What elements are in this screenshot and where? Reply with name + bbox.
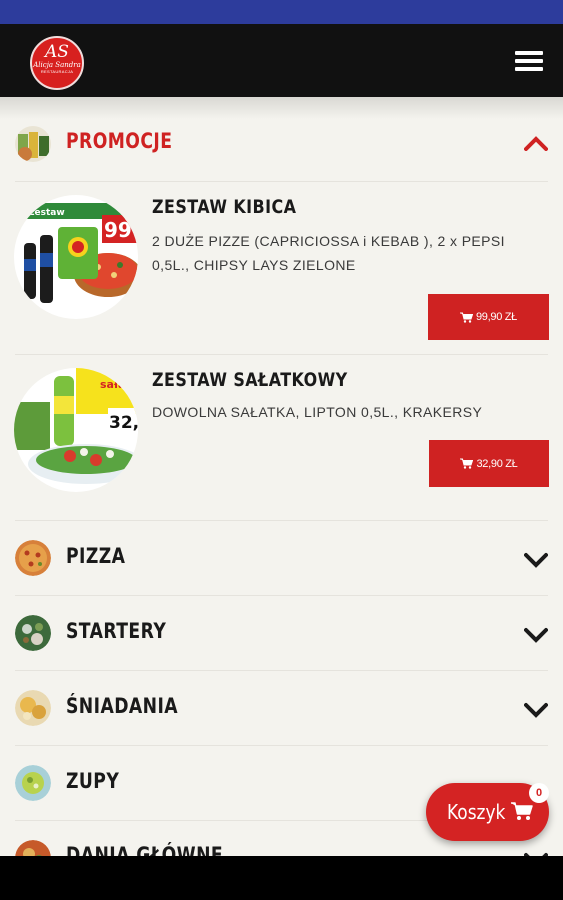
category-title-sniadania: ŚNIADANIA [66, 694, 179, 718]
product-image-zestaw-kibica[interactable]: Zestaw 99 [14, 195, 138, 319]
category-zupy-thumbnail [15, 765, 51, 801]
top-nav-bar: AS Alicja Sandra RESTAURACJA [0, 24, 563, 97]
restaurant-logo[interactable]: AS Alicja Sandra RESTAURACJA [30, 36, 84, 90]
image-price-badge: 32, [109, 413, 138, 433]
image-banner-text: sałatkowy [100, 378, 138, 391]
product-name: ZESTAW SAŁATKOWY [152, 369, 348, 391]
product-image-zestaw-salatkowy[interactable]: sałatkowy 32, [14, 368, 138, 492]
category-title-pizza: PIZZA [66, 544, 126, 568]
chevron-down-icon[interactable] [524, 702, 548, 718]
cart-icon [460, 458, 474, 469]
divider [15, 520, 548, 521]
cart-icon [511, 802, 533, 820]
status-bar [0, 0, 563, 24]
image-price-badge: 99 [104, 218, 132, 242]
chevron-up-icon[interactable] [524, 135, 548, 151]
header-shadow [0, 97, 563, 119]
hamburger-menu-icon[interactable] [515, 51, 543, 73]
product-description: DOWOLNA SAŁATKA, LIPTON 0,5L., KRAKERSY [152, 404, 483, 420]
image-banner-text: Zestaw [28, 208, 65, 218]
category-pizza-thumbnail [15, 540, 51, 576]
divider [15, 670, 548, 671]
cart-count-badge: 0 [529, 783, 549, 803]
divider [15, 745, 548, 746]
product-description: 2 DUŻE PIZZE (CAPRICIOSSA i KEBAB ), 2 x… [152, 233, 505, 273]
price-label: 32,90 ZŁ [476, 457, 518, 470]
category-title-startery: STARTERY [66, 619, 167, 643]
category-startery-thumbnail [15, 615, 51, 651]
category-title-promocje: PROMOCJE [66, 129, 173, 153]
chevron-down-icon[interactable] [524, 627, 548, 643]
divider [15, 181, 548, 182]
category-title-zupy: ZUPY [66, 769, 120, 793]
price-label: 99,90 ZŁ [475, 311, 518, 323]
divider [15, 595, 548, 596]
divider [15, 354, 548, 355]
cart-label: Koszyk [447, 800, 506, 824]
add-to-cart-button[interactable]: 32,90 ZŁ [429, 440, 549, 487]
category-promocje-thumbnail [15, 126, 51, 162]
product-name: ZESTAW KIBICA [152, 196, 297, 218]
category-sniadania-thumbnail [15, 690, 51, 726]
system-navigation-bar [0, 856, 563, 900]
chevron-down-icon[interactable] [524, 552, 548, 568]
cart-icon [459, 312, 473, 323]
add-to-cart-button[interactable]: 99,90 ZŁ [428, 294, 549, 340]
